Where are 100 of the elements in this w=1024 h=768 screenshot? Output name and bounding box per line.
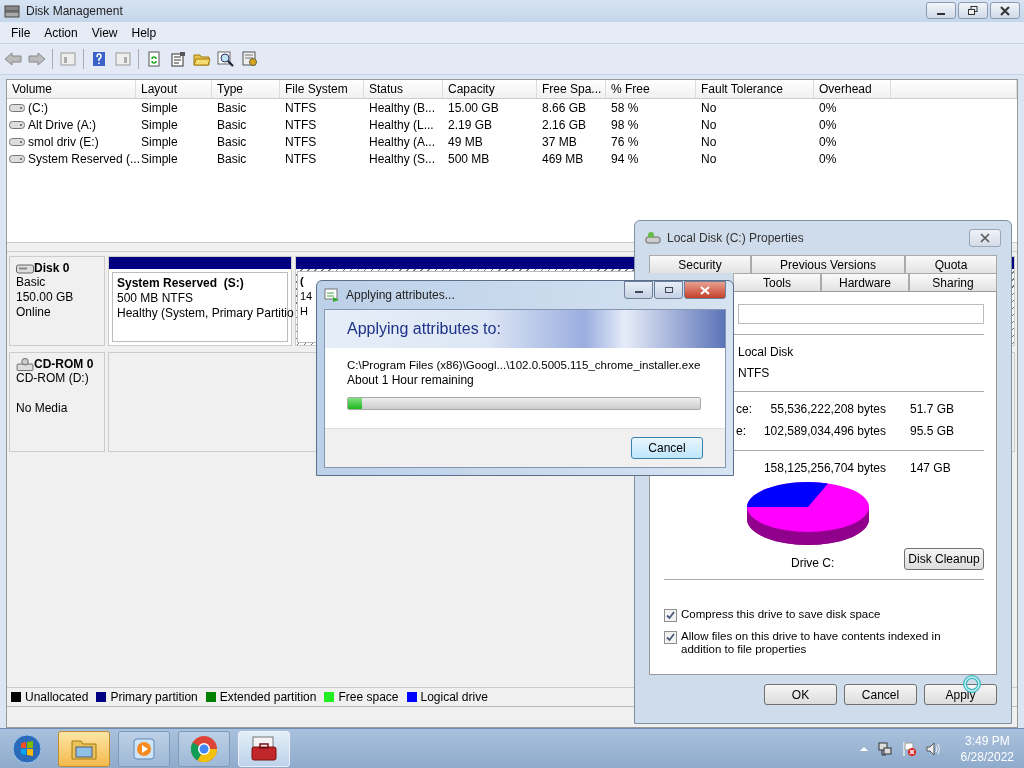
tab[interactable]: Security xyxy=(649,255,751,273)
drive-icon xyxy=(9,119,25,130)
table-cell: 2.19 GB xyxy=(448,117,493,132)
column-header[interactable]: File System xyxy=(280,80,364,98)
table-cell: 76 % xyxy=(611,134,639,149)
minimize-icon xyxy=(937,12,945,15)
close-button[interactable] xyxy=(684,281,726,299)
table-cell: 0% xyxy=(819,134,837,149)
close-button[interactable] xyxy=(990,2,1020,19)
partition[interactable]: System Reserved (S:) 500 MB NTFS Healthy (System, Primary Partitio xyxy=(108,256,292,346)
column-header[interactable]: % Free xyxy=(606,80,696,98)
partition-title: System Reserved (S:) xyxy=(117,276,244,291)
legend-label: Extended partition xyxy=(219,690,317,704)
drive-icon xyxy=(9,102,25,113)
checkmark-icon xyxy=(665,610,676,621)
drive-label: Drive C: xyxy=(791,556,835,570)
dialog-button[interactable]: OK xyxy=(764,684,837,705)
folder-icon[interactable] xyxy=(193,51,211,67)
table-cell: Alt Drive (A:) xyxy=(28,117,96,132)
disk-drive-icon xyxy=(16,261,34,275)
disk-info: Online xyxy=(16,305,52,320)
toolbox-icon xyxy=(249,734,279,763)
restore-button[interactable] xyxy=(958,2,988,19)
flag-warning-icon[interactable] xyxy=(900,740,917,757)
menu-item[interactable]: Action xyxy=(37,25,85,40)
table-cell: 0% xyxy=(819,117,837,132)
table-cell: No xyxy=(701,134,717,149)
table-cell: NTFS xyxy=(285,134,317,149)
disk-name: Disk 0 xyxy=(34,261,70,275)
tab[interactable]: Hardware xyxy=(821,273,909,291)
minimize-button[interactable] xyxy=(624,281,653,299)
disk-label-panel[interactable]: CD-ROM 0 CD-ROM (D:) No Media xyxy=(9,352,105,452)
table-cell: 94 % xyxy=(611,151,639,166)
help-icon[interactable] xyxy=(90,51,108,67)
tab[interactable]: Quota xyxy=(905,255,997,273)
size-value: 51.7 GB xyxy=(910,402,955,416)
tab[interactable]: Tools xyxy=(733,273,821,291)
disk-label-panel[interactable]: Disk 0 Basic 150.00 GB Online xyxy=(9,256,105,346)
close-icon xyxy=(979,233,991,243)
bytes-value: 158,125,256,704 bytes xyxy=(763,461,886,475)
magnifier-icon[interactable] xyxy=(217,51,235,67)
minimize-button[interactable] xyxy=(926,2,956,19)
legend-label: Free space xyxy=(338,690,399,704)
close-button[interactable] xyxy=(969,229,1001,247)
table-cell: Basic xyxy=(217,134,247,149)
column-header[interactable]: Overhead xyxy=(814,80,891,98)
drive-icon xyxy=(645,230,661,246)
disk-info: CD-ROM (D:) xyxy=(16,371,90,386)
speaker-icon[interactable] xyxy=(924,740,941,757)
column-header[interactable]: Type xyxy=(212,80,280,98)
taskbar-app-button[interactable] xyxy=(178,730,230,767)
table-cell: 469 MB xyxy=(542,151,584,166)
table-cell: 58 % xyxy=(611,100,639,115)
properties-icon[interactable] xyxy=(169,51,187,67)
column-header[interactable]: Volume xyxy=(7,80,136,98)
cancel-button[interactable]: Cancel xyxy=(631,437,703,459)
space-label: e: xyxy=(736,424,746,438)
legend-label: Primary partition xyxy=(110,690,198,704)
tab[interactable]: Previous Versions xyxy=(751,255,905,273)
disk-info: 150.00 GB xyxy=(16,290,75,305)
drive-icon xyxy=(9,153,25,164)
refresh-icon[interactable] xyxy=(145,51,163,67)
table-cell: Basic xyxy=(217,117,247,132)
column-header[interactable]: Layout xyxy=(136,80,212,98)
table-cell: NTFS xyxy=(285,100,317,115)
disk-cleanup-button[interactable]: Disk Cleanup xyxy=(904,548,984,570)
menu-item[interactable]: View xyxy=(84,25,125,40)
partition-title: ( xyxy=(300,274,304,289)
tab[interactable]: Sharing xyxy=(909,273,997,291)
checkbox[interactable] xyxy=(664,631,677,644)
browser-icon xyxy=(189,733,219,764)
checkbox-label: Allow files on this drive to have contents indexed in addition to file properties xyxy=(681,630,942,656)
table-cell: Healthy (B... xyxy=(369,100,436,115)
settings-icon[interactable] xyxy=(241,51,259,67)
close-icon xyxy=(1000,5,1010,16)
network-icon[interactable] xyxy=(876,740,893,757)
size-value: 95.5 GB xyxy=(910,424,955,438)
clock-date: 6/28/2022 xyxy=(960,748,1014,765)
partition-info: 500 MB NTFS xyxy=(117,291,194,306)
menu-item[interactable]: Help xyxy=(124,25,164,40)
column-header[interactable]: Fault Tolerance xyxy=(696,80,814,98)
checkmark-icon xyxy=(665,632,676,643)
table-cell: Simple xyxy=(141,134,178,149)
bytes-value: 102,589,034,496 bytes xyxy=(763,424,886,438)
column-header[interactable]: Free Spa... xyxy=(537,80,606,98)
column-header[interactable]: Status xyxy=(364,80,443,98)
close-icon xyxy=(700,285,710,295)
menu-item[interactable]: File xyxy=(4,25,38,40)
table-cell: Simple xyxy=(141,117,178,132)
table-cell: 37 MB xyxy=(542,134,577,149)
table-cell: smol driv (E:) xyxy=(28,134,99,149)
dialog-button[interactable]: Cancel xyxy=(844,684,917,705)
maximize-button[interactable] xyxy=(654,281,683,299)
table-cell: 2.16 GB xyxy=(542,117,587,132)
column-header[interactable]: Capacity xyxy=(443,80,537,98)
dialog-title: Applying attributes... xyxy=(346,288,456,302)
label-input-field[interactable] xyxy=(738,304,984,324)
checkbox[interactable] xyxy=(664,609,677,622)
dialog-button[interactable]: Apply xyxy=(924,684,997,705)
file-system-value: NTFS xyxy=(738,365,770,380)
